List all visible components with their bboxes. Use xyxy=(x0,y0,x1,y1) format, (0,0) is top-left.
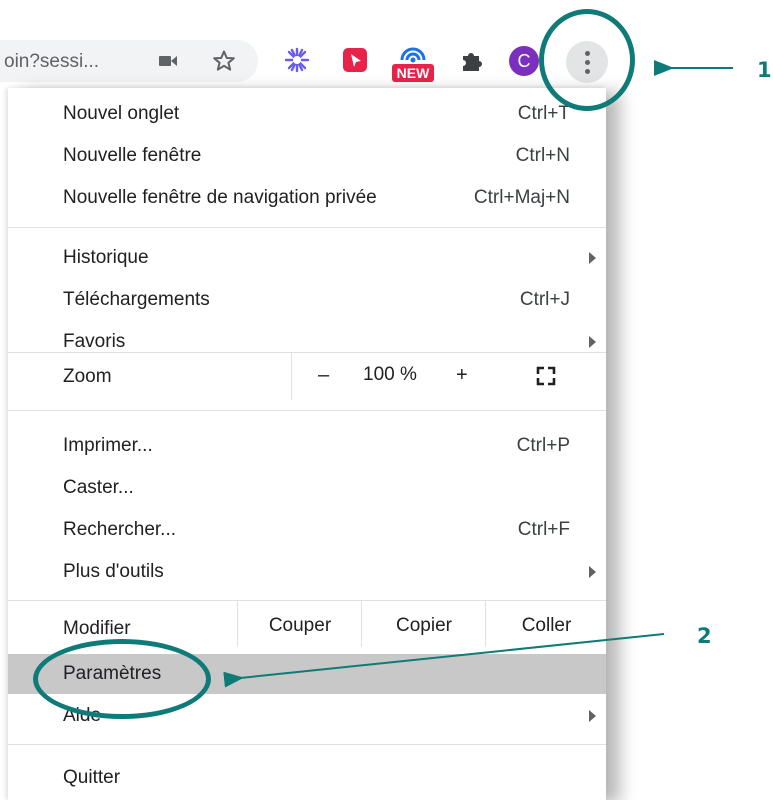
annotation-marker-2: 2 xyxy=(697,624,712,648)
annotation-marker-1: 1 xyxy=(757,58,772,82)
annotation-arrow-2 xyxy=(223,633,665,688)
annotation-arrows xyxy=(223,60,733,688)
